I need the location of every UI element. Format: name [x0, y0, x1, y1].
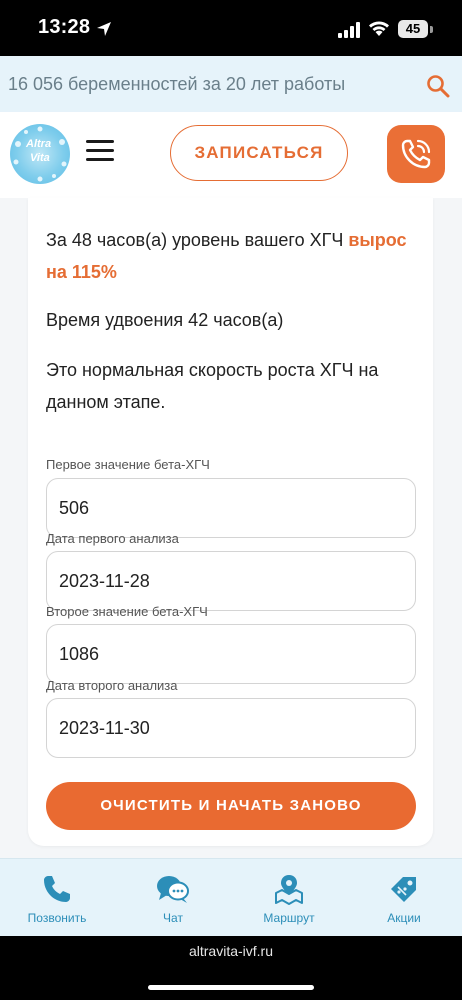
signup-button[interactable]: ЗАПИСАТЬСЯ [170, 125, 348, 181]
browser-address-bar[interactable]: altravita-ivf.ru [0, 936, 462, 1000]
phone-icon [44, 876, 70, 902]
status-bar: 13:28 45 [0, 0, 462, 56]
phone-icon [401, 139, 431, 169]
chat-icon [157, 876, 189, 903]
map-pin-icon [275, 875, 303, 905]
search-icon[interactable] [426, 74, 450, 98]
doubling-time-text: Время удвоения 42 часов(а) [46, 310, 284, 330]
first-value-input[interactable]: 506 [46, 478, 416, 538]
first-date-label: Дата первого анализа [46, 531, 179, 546]
search-banner[interactable]: 16 056 беременностей за 20 лет работы [0, 56, 462, 113]
browser-url: altravita-ivf.ru [188, 943, 274, 959]
status-time: 13:28 [38, 16, 91, 38]
nav-item-promo[interactable]: Акции [354, 859, 454, 937]
second-date-input[interactable]: 2023-11-30 [46, 698, 416, 758]
wifi-icon [369, 21, 389, 36]
nav-label-call: Позвонить [27, 911, 87, 925]
first-date-input[interactable]: 2023-11-28 [46, 551, 416, 611]
logo-text-altra: Altra [26, 138, 52, 150]
battery-indicator: 45 [398, 20, 428, 38]
banner-text: 16 056 беременностей за 20 лет работы [8, 74, 346, 94]
nav-label-route: Маршрут [263, 911, 315, 925]
verdict-text: Это нормальная скорость роста ХГЧ на дан… [46, 360, 379, 412]
nav-item-call[interactable]: Позвонить [7, 859, 107, 937]
bottom-nav: Позвонить Чат Маршрут Акции [0, 858, 462, 937]
nav-label-chat: Чат [163, 911, 183, 925]
second-date-label: Дата второго анализа [46, 678, 178, 693]
second-value-input[interactable]: 1086 [46, 624, 416, 684]
second-value-label: Второе значение бета-ХГЧ [46, 604, 208, 619]
menu-icon[interactable] [86, 140, 114, 162]
tag-icon [391, 877, 416, 902]
battery-tip [430, 26, 433, 33]
logo-text-vita: Vita [30, 152, 50, 164]
cellular-signal-icon [338, 22, 360, 38]
nav-label-promo: Акции [387, 911, 421, 925]
home-indicator[interactable] [148, 985, 314, 990]
reset-button[interactable]: ОЧИСТИТЬ И НАЧАТЬ ЗАНОВО [46, 782, 416, 830]
first-value-label: Первое значение бета-ХГЧ [46, 457, 210, 472]
location-arrow-icon [97, 22, 111, 36]
nav-item-route[interactable]: Маршрут [239, 859, 339, 937]
call-button[interactable] [387, 125, 445, 183]
nav-item-chat[interactable]: Чат [123, 859, 223, 937]
growth-result-text: За 48 часов(а) уровень вашего ХГЧ вырос … [46, 224, 418, 288]
growth-prefix: За 48 часов(а) уровень вашего ХГЧ [46, 230, 349, 250]
